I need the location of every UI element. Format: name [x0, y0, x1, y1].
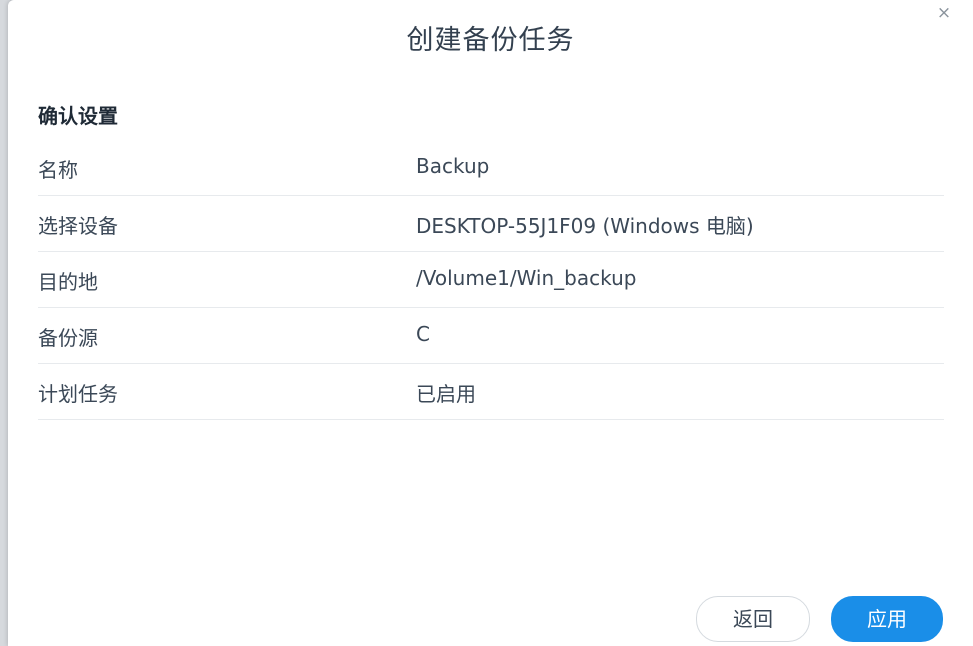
settings-row-device: 选择设备 DESKTOP-55J1F09 (Windows 电脑) — [38, 196, 944, 252]
row-value: DESKTOP-55J1F09 (Windows 电脑) — [416, 214, 754, 238]
row-label: 目的地 — [38, 270, 98, 294]
close-icon[interactable]: × — [935, 4, 953, 22]
row-label: 选择设备 — [38, 214, 118, 238]
section-title: 确认设置 — [38, 104, 118, 128]
apply-button[interactable]: 应用 — [831, 596, 943, 642]
row-label: 计划任务 — [38, 382, 118, 406]
settings-row-schedule: 计划任务 已启用 — [38, 364, 944, 420]
settings-row-name: 名称 Backup — [38, 140, 944, 196]
row-value: C — [416, 322, 430, 346]
create-backup-task-dialog: 创建备份任务 × 确认设置 名称 Backup 选择设备 DESKTOP-55J… — [8, 0, 973, 646]
settings-summary-list: 名称 Backup 选择设备 DESKTOP-55J1F09 (Windows … — [38, 140, 944, 420]
row-value: /Volume1/Win_backup — [416, 266, 637, 290]
row-label: 备份源 — [38, 326, 98, 350]
row-label: 名称 — [38, 158, 78, 182]
row-value: 已启用 — [416, 382, 476, 406]
row-value: Backup — [416, 154, 490, 178]
back-button[interactable]: 返回 — [696, 596, 810, 642]
settings-row-source: 备份源 C — [38, 308, 944, 364]
settings-row-destination: 目的地 /Volume1/Win_backup — [38, 252, 944, 308]
dialog-title: 创建备份任务 — [406, 25, 575, 56]
